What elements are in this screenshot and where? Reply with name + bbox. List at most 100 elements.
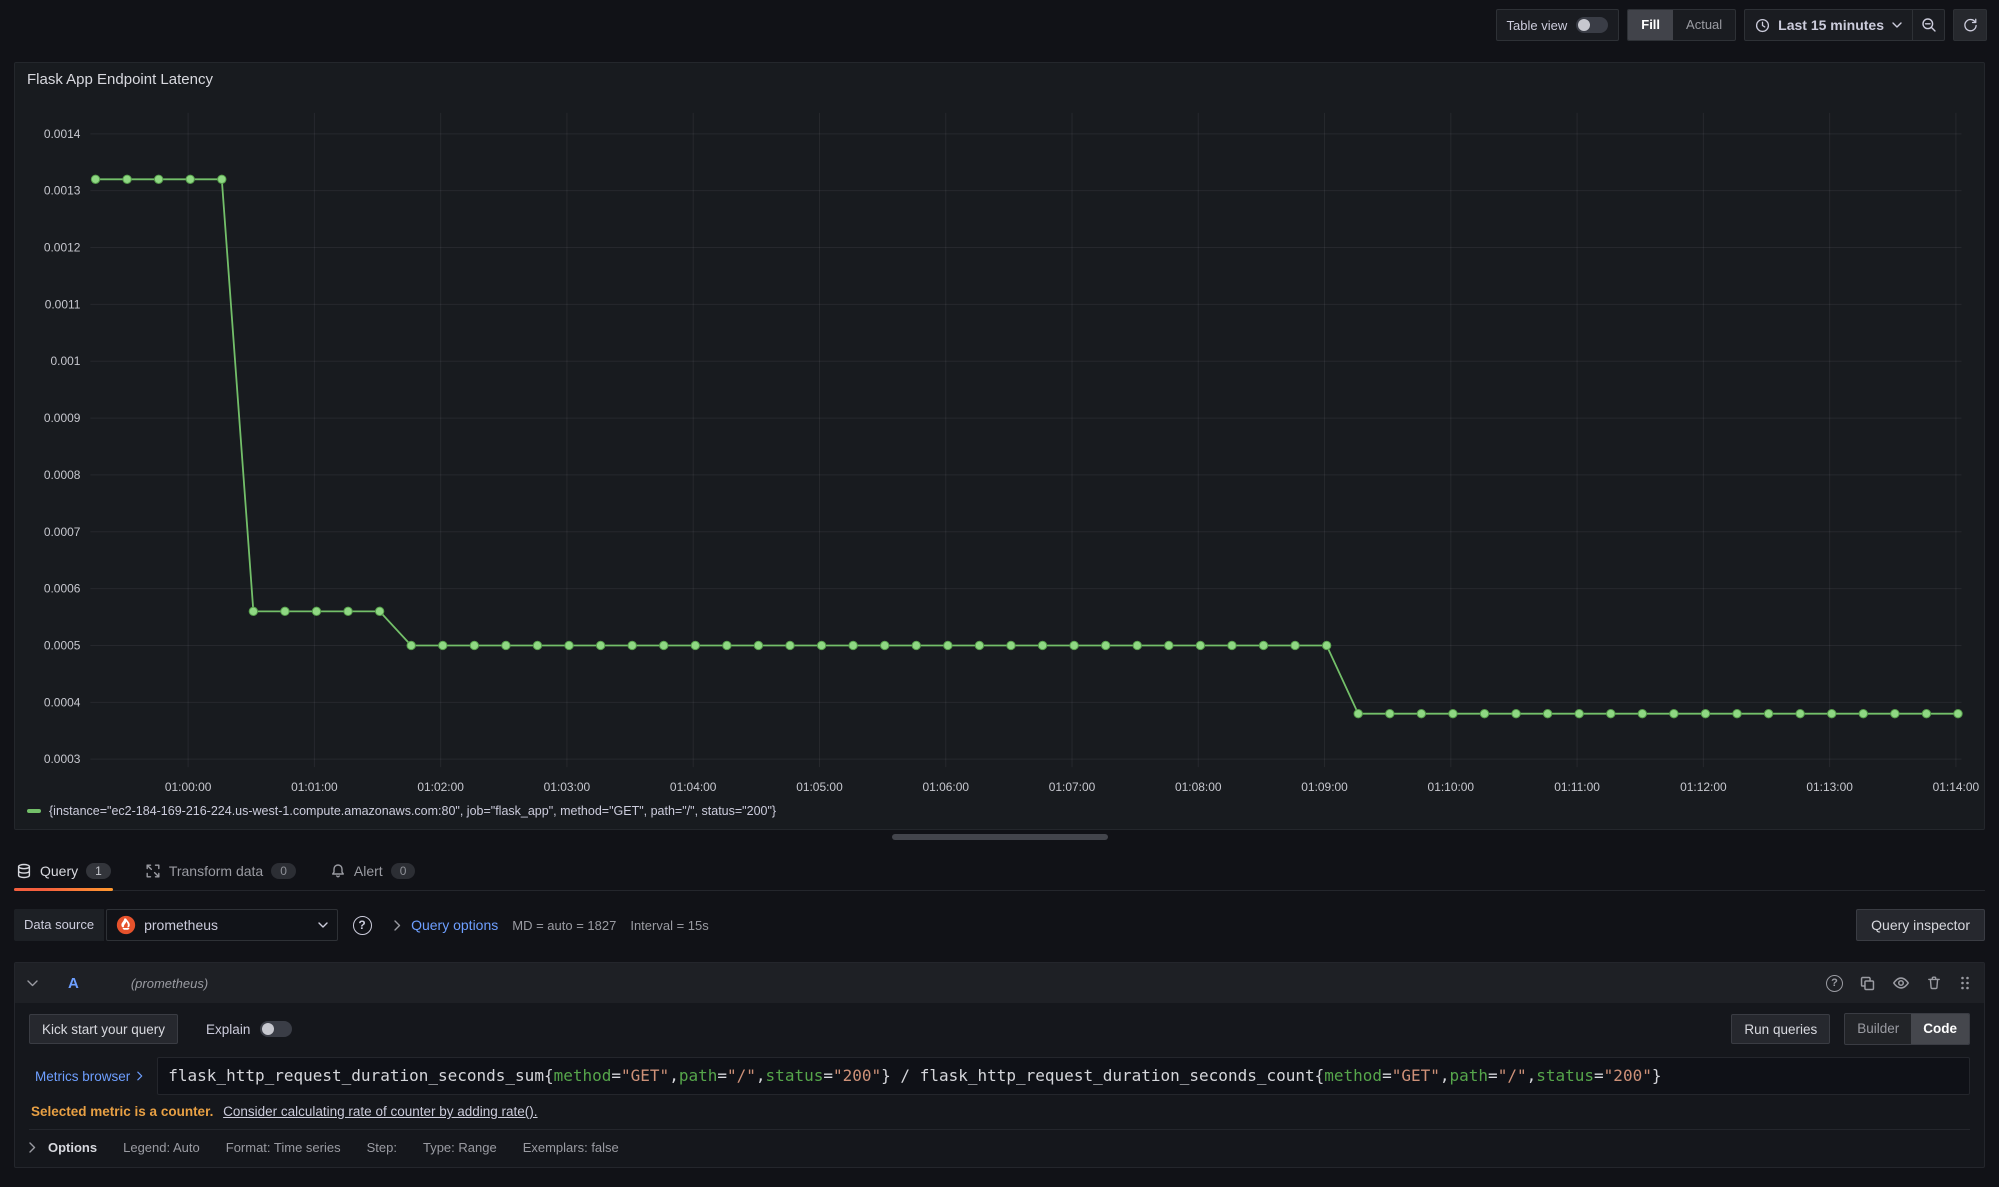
query-options-md: MD = auto = 1827: [512, 918, 616, 933]
builder-option[interactable]: Builder: [1845, 1014, 1911, 1044]
zoom-out-icon: [1921, 17, 1937, 33]
query-expression: flask_http_request_duration_seconds_sum{…: [168, 1066, 1661, 1085]
tab-query[interactable]: Query 1: [14, 852, 113, 890]
panel-title: Flask App Endpoint Latency: [27, 71, 213, 88]
query-row-header[interactable]: A (prometheus) ?: [15, 963, 1984, 1003]
chevron-right-icon: [29, 1142, 36, 1153]
query-inspector-button[interactable]: Query inspector: [1856, 909, 1985, 941]
run-queries-button[interactable]: Run queries: [1731, 1014, 1830, 1044]
metrics-browser-button[interactable]: Metrics browser: [29, 1057, 157, 1095]
options-summary: Legend: AutoFormat: Time seriesStep:Type…: [123, 1140, 619, 1155]
zoom-out-time-button[interactable]: [1912, 10, 1944, 40]
kick-start-query-button[interactable]: Kick start your query: [29, 1014, 178, 1044]
time-range-label: Last 15 minutes: [1778, 17, 1884, 33]
transform-icon: [145, 863, 161, 879]
table-view-toggle[interactable]: [1576, 17, 1608, 33]
time-range-picker: Last 15 minutes: [1744, 9, 1945, 41]
promql-code-editor[interactable]: flask_http_request_duration_seconds_sum{…: [157, 1057, 1970, 1095]
svg-text:01:05:00: 01:05:00: [796, 780, 843, 794]
svg-text:0.0012: 0.0012: [44, 241, 81, 255]
clock-icon: [1755, 18, 1770, 33]
help-circle-icon: ?: [1826, 975, 1843, 992]
svg-text:0.0011: 0.0011: [45, 297, 81, 311]
svg-text:0.0006: 0.0006: [44, 582, 81, 596]
tab-transform-count: 0: [271, 863, 296, 879]
query-help-button[interactable]: ?: [1826, 975, 1843, 992]
refresh-icon: [1963, 18, 1978, 33]
svg-text:01:10:00: 01:10:00: [1428, 780, 1475, 794]
tab-transform-label: Transform data: [169, 863, 263, 879]
query-row-actions: ?: [1826, 974, 1972, 992]
query-warning: Selected metric is a counter. Consider c…: [29, 1104, 1970, 1119]
drag-handle[interactable]: [1958, 975, 1972, 991]
chevron-right-icon: [394, 920, 401, 931]
chevron-down-icon: [318, 922, 328, 928]
trash-icon: [1926, 975, 1942, 991]
duplicate-query-button[interactable]: [1859, 975, 1876, 992]
datasource-bar: Data source prometheus ? Query options M…: [14, 908, 1985, 942]
svg-text:0.0007: 0.0007: [44, 525, 81, 539]
query-options-toggle[interactable]: Query options: [394, 917, 498, 933]
table-view-toggle-knob: [1578, 19, 1590, 31]
query-datasource-hint: (prometheus): [131, 976, 208, 991]
time-range-button[interactable]: Last 15 minutes: [1745, 10, 1912, 40]
panel-resize-handle[interactable]: [892, 834, 1108, 840]
svg-text:01:01:00: 01:01:00: [291, 780, 338, 794]
svg-text:0.0004: 0.0004: [44, 695, 81, 709]
query-options-label: Query options: [411, 917, 498, 933]
query-ref-id: A: [68, 975, 79, 992]
svg-text:0.0009: 0.0009: [44, 411, 81, 425]
chevron-down-icon: [1892, 22, 1902, 28]
svg-text:01:07:00: 01:07:00: [1049, 780, 1096, 794]
svg-text:01:09:00: 01:09:00: [1301, 780, 1348, 794]
datasource-help-button[interactable]: ?: [346, 909, 378, 941]
svg-text:0.001: 0.001: [50, 354, 80, 368]
datasource-label: Data source: [14, 909, 104, 941]
grip-dots-icon: [1958, 975, 1972, 991]
option-summary-item: Legend: Auto: [123, 1140, 200, 1155]
tab-query-count: 1: [86, 863, 111, 879]
svg-text:0.0003: 0.0003: [44, 752, 81, 766]
code-option[interactable]: Code: [1911, 1014, 1969, 1044]
explain-toggle-knob: [262, 1023, 274, 1035]
svg-text:01:00:00: 01:00:00: [165, 780, 212, 794]
svg-text:01:02:00: 01:02:00: [417, 780, 464, 794]
eye-icon: [1892, 974, 1910, 992]
options-row: Options Legend: AutoFormat: Time seriesS…: [29, 1129, 1970, 1155]
svg-text:0.0013: 0.0013: [44, 184, 81, 198]
svg-text:0.0005: 0.0005: [44, 638, 81, 652]
option-summary-item: Format: Time series: [226, 1140, 341, 1155]
toggle-visibility-button[interactable]: [1892, 974, 1910, 992]
latency-chart[interactable]: 01:00:0001:01:0001:02:0001:03:0001:04:00…: [15, 63, 1984, 829]
fill-option[interactable]: Fill: [1628, 10, 1673, 40]
svg-text:0.0008: 0.0008: [44, 468, 81, 482]
warning-rate-link[interactable]: Consider calculating rate of counter by …: [223, 1104, 537, 1119]
actual-option[interactable]: Actual: [1673, 10, 1735, 40]
svg-text:01:08:00: 01:08:00: [1175, 780, 1222, 794]
metrics-browser-label: Metrics browser: [35, 1069, 130, 1084]
copy-icon: [1859, 975, 1876, 992]
legend-series-label[interactable]: {instance="ec2-184-169-216-224.us-west-1…: [49, 804, 776, 818]
query-row-body: Kick start your query Explain Run querie…: [15, 1003, 1984, 1167]
svg-text:01:14:00: 01:14:00: [1933, 780, 1980, 794]
explain-control: Explain: [206, 1021, 292, 1037]
datasource-select[interactable]: prometheus: [106, 909, 338, 941]
explain-toggle[interactable]: [260, 1021, 292, 1037]
warning-text: Selected metric is a counter.: [31, 1104, 213, 1119]
svg-text:0.0014: 0.0014: [44, 127, 81, 141]
bell-icon: [330, 863, 346, 879]
delete-query-button[interactable]: [1926, 975, 1942, 991]
datasource-name: prometheus: [144, 917, 310, 933]
editor-tabs: Query 1 Transform data 0 Alert 0: [14, 852, 1985, 891]
panel-toolbar: Table view Fill Actual Last 15 minutes: [1496, 8, 1987, 42]
query-options-interval: Interval = 15s: [630, 918, 708, 933]
tab-alert[interactable]: Alert 0: [328, 852, 417, 890]
tab-transform-data[interactable]: Transform data 0: [143, 852, 298, 890]
tab-alert-count: 0: [391, 863, 416, 879]
legend-series-marker: [27, 809, 41, 813]
refresh-button[interactable]: [1953, 9, 1987, 41]
options-label[interactable]: Options: [48, 1140, 97, 1155]
database-icon: [16, 863, 32, 879]
svg-text:01:13:00: 01:13:00: [1806, 780, 1853, 794]
chart-legend: {instance="ec2-184-169-216-224.us-west-1…: [27, 804, 776, 818]
